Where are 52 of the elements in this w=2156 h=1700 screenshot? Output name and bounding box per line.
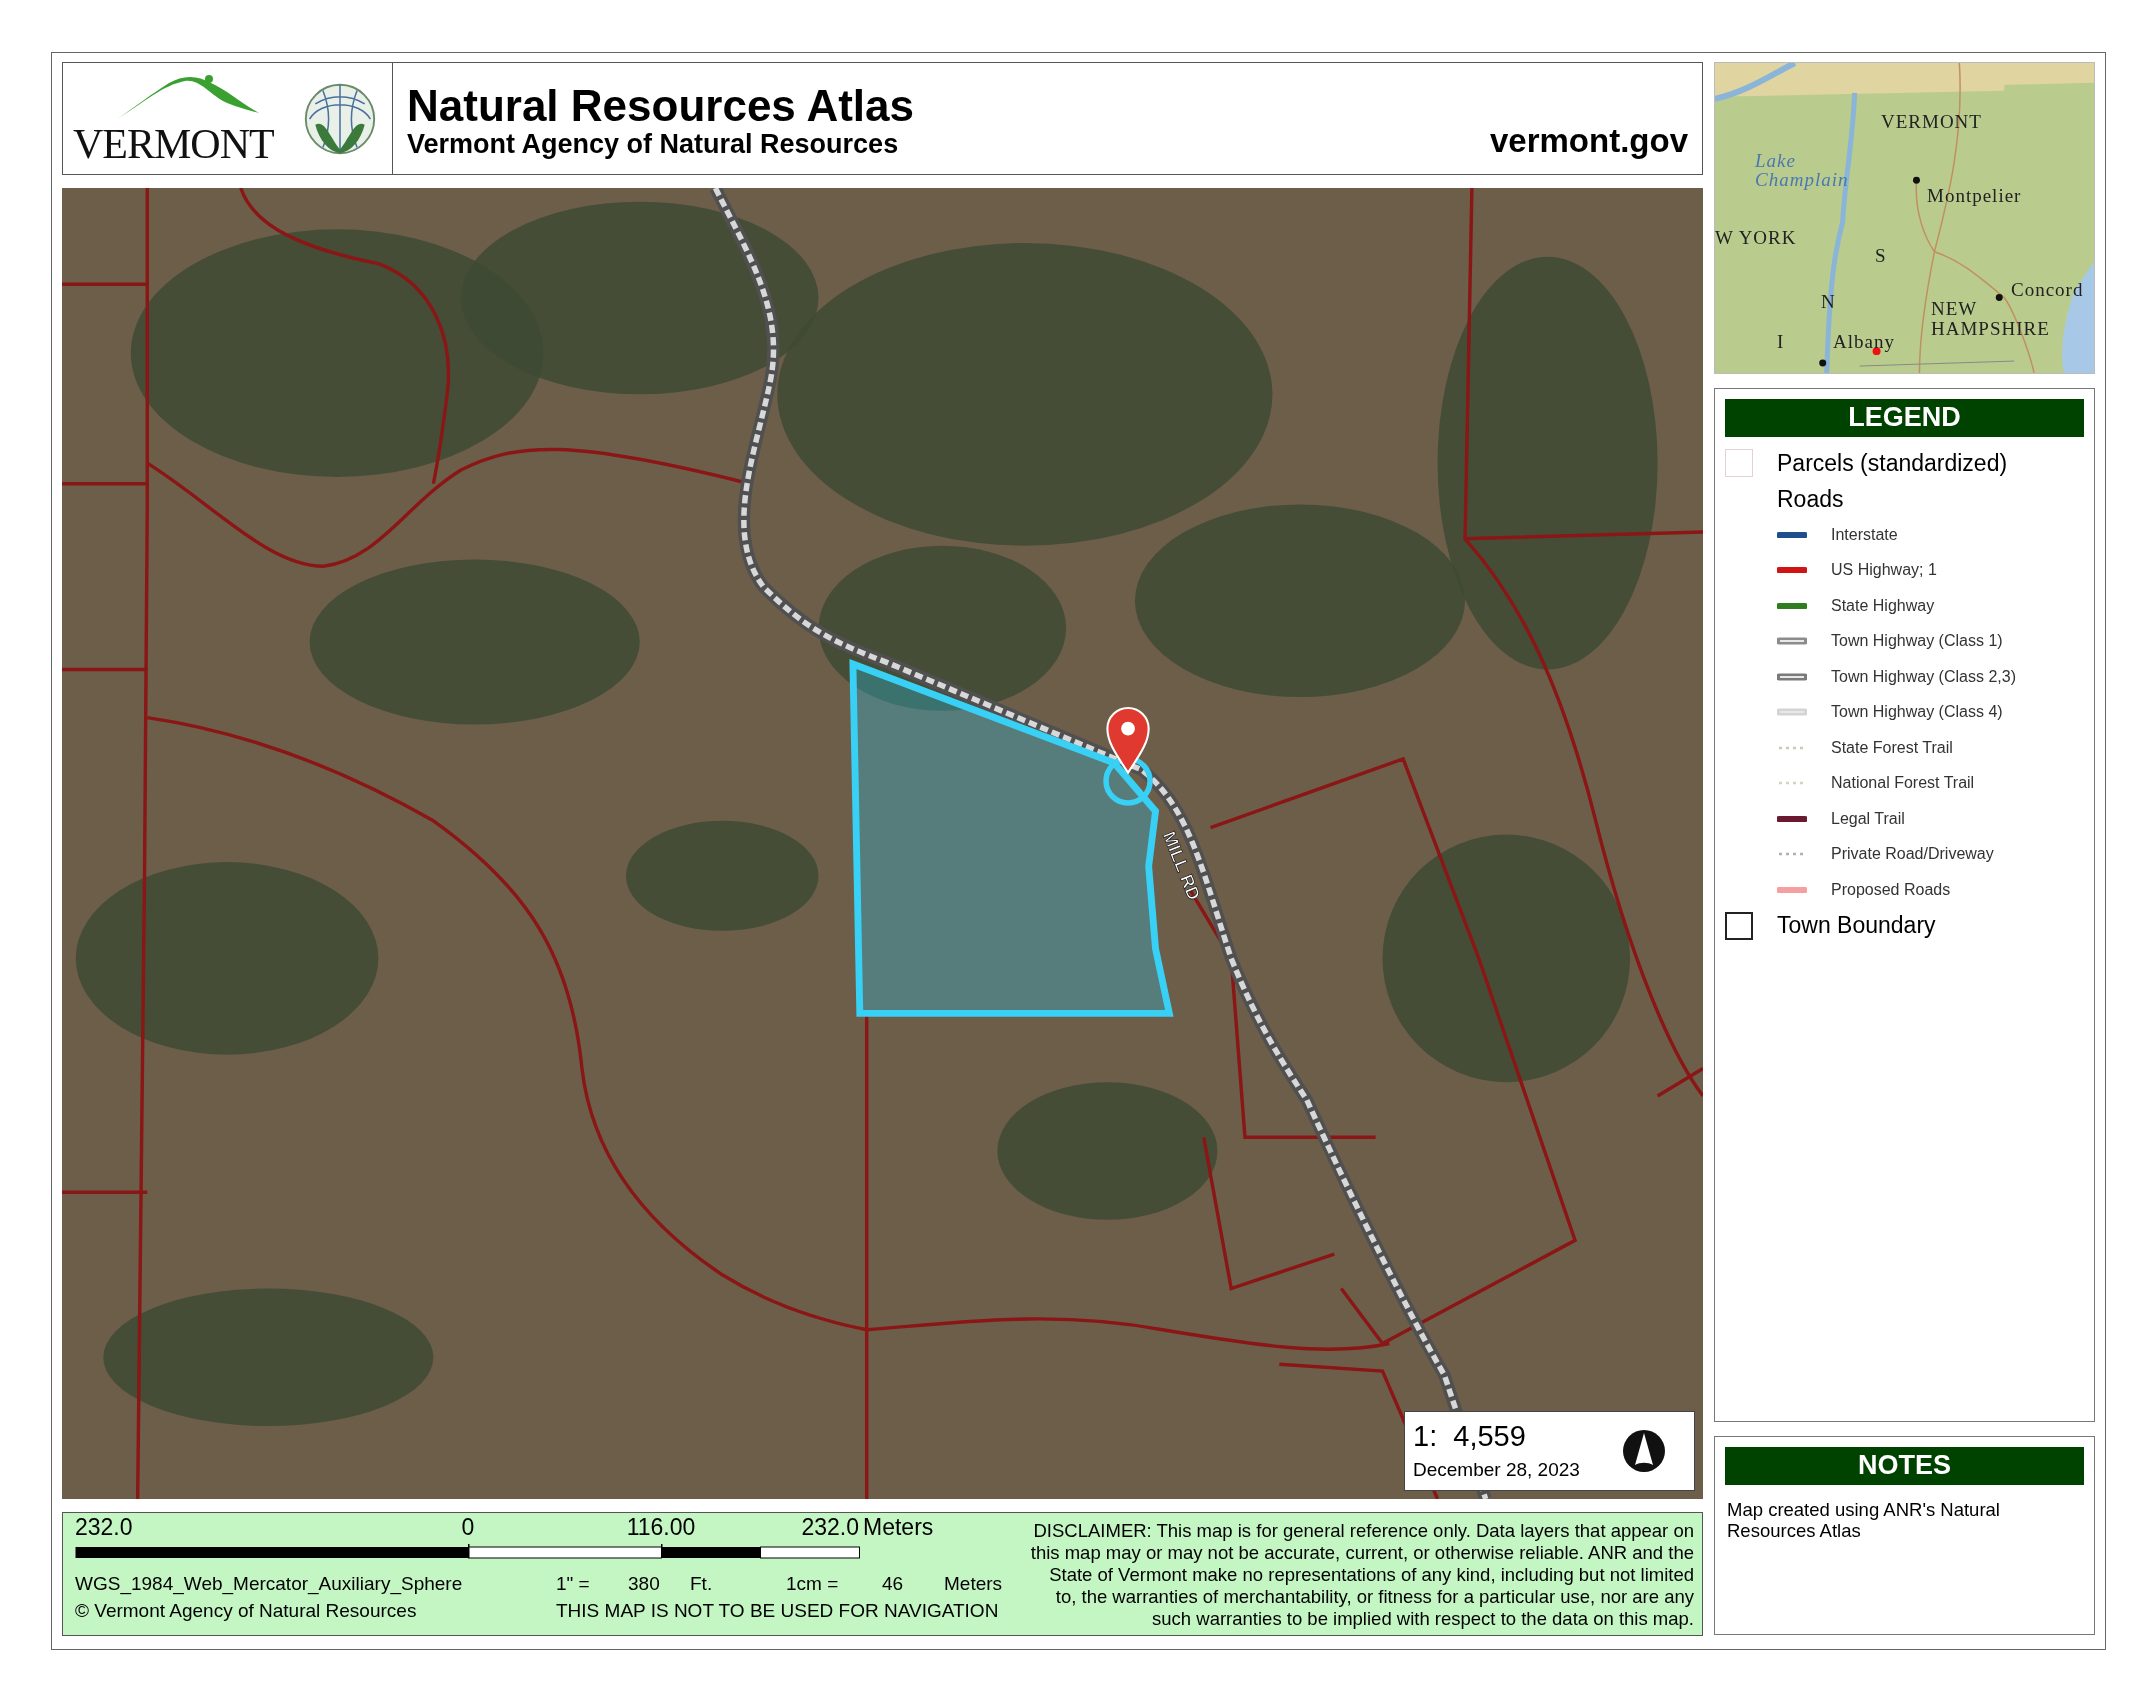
selected-point-circle — [1103, 756, 1153, 806]
road-label: MILL RD — [1158, 828, 1205, 903]
legend-label: Interstate — [1831, 525, 1898, 544]
legend-group-heading: Roads — [1777, 485, 1844, 513]
map-place-label: NEW HAMPSHIRE — [1931, 299, 2051, 339]
map-date: December 28, 2023 — [1413, 1458, 1580, 1481]
location-pin-icon[interactable] — [1106, 707, 1150, 774]
legend-label: Private Road/Driveway — [1831, 845, 1994, 864]
navigation-warning: THIS MAP IS NOT TO BE USED FOR NAVIGATION — [556, 1600, 1000, 1622]
map-place-label: Montpelier — [1927, 185, 2022, 207]
disclaimer-text: DISCLAIMER: This map is for general reference only. Data layers that appear on this map may or may not be accurate, current, or otherwise reliable. ANR and the State of Vermont make no representations of any kind, including but not limited to, the warranties of merchantability, or fitness for a particular use, nor are any such warranties to be implied with respect to the data on this map. — [1029, 1520, 1694, 1631]
legend-label: Proposed Roads — [1831, 880, 1951, 899]
scale-label: 0 — [461, 1516, 475, 1539]
cm-scale-label: 1cm = — [786, 1573, 840, 1595]
inch-scale-value: 380 — [628, 1573, 661, 1595]
legend-label: Town Boundary — [1777, 912, 1936, 939]
logo-wordmark: VERMONT — [73, 122, 274, 165]
agency-subtitle: Vermont Agency of Natural Resources — [407, 129, 900, 160]
projection-label: WGS_1984_Web_Mercator_Auxiliary_Sphere — [75, 1573, 464, 1595]
inch-scale-label: 1" = — [556, 1573, 591, 1595]
map-place-label: S — [1875, 245, 1887, 267]
legend-label: State Highway — [1831, 596, 1935, 615]
legend-label: Town Highway (Class 2,3) — [1831, 667, 2016, 686]
cm-scale-value: 46 — [882, 1573, 905, 1595]
notes-text: Map created using ANR's Natural Resources Atlas — [1727, 1499, 2001, 1542]
legend-label: Legal Trail — [1831, 809, 1905, 828]
map-place-label: Albany — [1833, 331, 1895, 353]
legend-label: Town Highway (Class 4) — [1831, 703, 2003, 722]
legend-label: Parcels (standardized) — [1777, 449, 2008, 477]
parcel-swatch-icon — [1725, 449, 1753, 477]
website-link[interactable]: vermont.gov — [1489, 122, 1688, 160]
legend-label: National Forest Trail — [1831, 774, 1975, 793]
scale-unit: Meters — [863, 1516, 934, 1539]
scale-label: 232.0 — [75, 1516, 133, 1539]
map-place-label: I — [1777, 331, 1785, 353]
cm-scale-unit: Meters — [944, 1573, 1004, 1595]
copyright-text: © Vermont Agency of Natural Resources — [75, 1600, 418, 1622]
scale-ratio: 1: 4,559 — [1413, 1421, 1527, 1451]
legend-label: US Highway; 1 — [1831, 561, 1937, 580]
legend-title: LEGEND — [1725, 399, 2084, 437]
map-place-label: VERMONT — [1881, 111, 1982, 133]
boundary-swatch-icon — [1725, 911, 1753, 940]
legend-label: State Forest Trail — [1831, 738, 1953, 757]
legend-label: Town Highway (Class 1) — [1831, 632, 2003, 651]
inch-scale-unit: Ft. — [690, 1573, 714, 1595]
scale-label: 116.00 — [626, 1516, 696, 1539]
scale-label: 232.0 — [801, 1516, 859, 1539]
map-place-label: Concord — [2011, 279, 2084, 301]
notes-title: NOTES — [1725, 1447, 2084, 1485]
atlas-title: Natural Resources Atlas — [407, 82, 914, 129]
map-place-label: W YORK — [1715, 227, 1797, 249]
map-place-label: N — [1821, 291, 1836, 313]
